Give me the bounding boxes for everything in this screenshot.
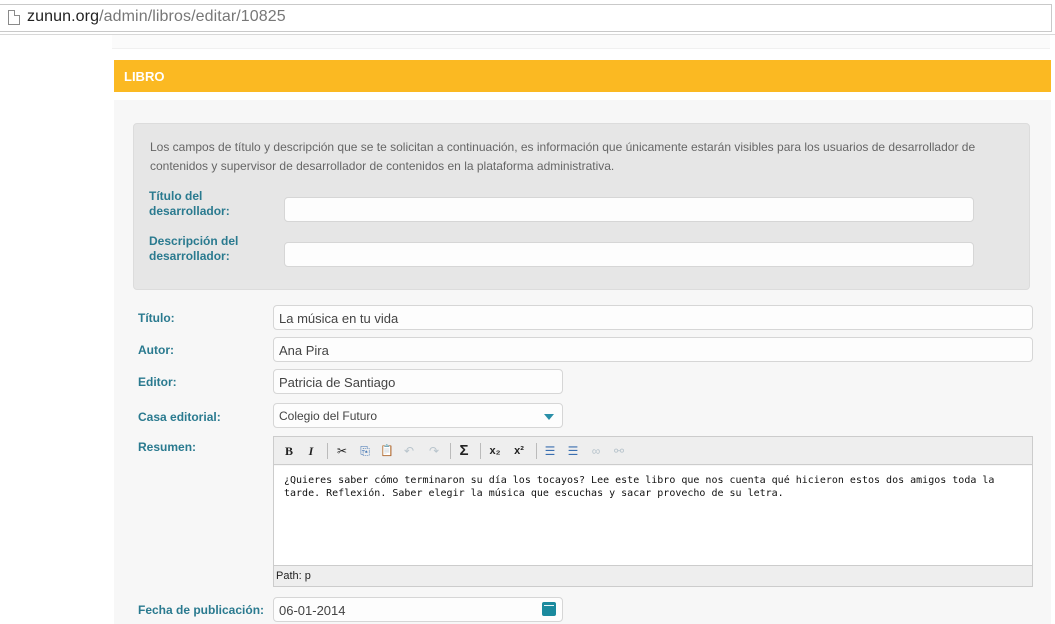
dev-desc-input[interactable] bbox=[284, 242, 974, 267]
editor-toolbar: B I ✂ ⎘ 📋 ↶ ↷ Σ x₂ x² ☰ ☰ ∞ ⚯ bbox=[274, 437, 1032, 465]
toolbar-separator bbox=[536, 443, 537, 459]
top-stripe bbox=[112, 35, 1050, 49]
bold-icon[interactable]: B bbox=[280, 442, 298, 460]
calendar-icon[interactable] bbox=[542, 602, 556, 616]
link-icon[interactable]: ∞ bbox=[587, 442, 605, 460]
sum-icon[interactable]: Σ bbox=[455, 442, 473, 460]
info-text: Los campos de título y descripción que s… bbox=[150, 140, 976, 173]
dev-title-label: Título del desarrollador: bbox=[149, 189, 230, 218]
paste-icon[interactable]: 📋 bbox=[378, 442, 396, 460]
undo-icon[interactable]: ↶ bbox=[400, 442, 418, 460]
url-path: /admin/libros/editar/10825 bbox=[99, 8, 286, 25]
superscript-icon[interactable]: x² bbox=[510, 442, 528, 460]
editor-input[interactable]: Patricia de Santiago bbox=[273, 369, 563, 394]
dev-desc-label: Descripción del desarrollador: bbox=[149, 234, 239, 263]
resumen-editor-body[interactable]: ¿Quieres saber cómo terminaron su día lo… bbox=[274, 466, 1032, 565]
autor-label: Autor: bbox=[138, 343, 174, 357]
toolbar-separator bbox=[450, 443, 451, 459]
titulo-input[interactable]: La música en tu vida bbox=[273, 305, 1033, 330]
resumen-label: Resumen: bbox=[138, 440, 197, 454]
chevron-down-icon bbox=[544, 414, 554, 420]
rich-text-editor: B I ✂ ⎘ 📋 ↶ ↷ Σ x₂ x² ☰ ☰ ∞ ⚯ ¿Quieres s… bbox=[273, 436, 1033, 587]
page-icon bbox=[8, 10, 20, 25]
editor-path-status: Path: p bbox=[274, 565, 1032, 586]
url-field[interactable]: zunun.org/admin/libros/editar/10825 bbox=[0, 4, 1052, 32]
titulo-label: Título: bbox=[138, 311, 175, 325]
unlink-icon[interactable]: ⚯ bbox=[610, 442, 628, 460]
copy-icon[interactable]: ⎘ bbox=[356, 442, 374, 460]
left-gutter bbox=[0, 35, 112, 624]
italic-icon[interactable]: I bbox=[302, 442, 320, 460]
section-header: LIBRO bbox=[114, 60, 1051, 92]
redo-icon[interactable]: ↷ bbox=[425, 442, 443, 460]
casa-label: Casa editorial: bbox=[138, 410, 221, 424]
fecha-value: 06-01-2014 bbox=[279, 603, 346, 618]
toolbar-separator bbox=[327, 443, 328, 459]
toolbar-separator bbox=[480, 443, 481, 459]
subscript-icon[interactable]: x₂ bbox=[486, 442, 504, 460]
url-text[interactable]: zunun.org/admin/libros/editar/10825 bbox=[27, 8, 286, 26]
url-host: zunun.org bbox=[27, 8, 100, 25]
browser-address-bar: zunun.org/admin/libros/editar/10825 bbox=[0, 0, 1055, 35]
dev-title-input[interactable] bbox=[284, 197, 974, 222]
unordered-list-icon[interactable]: ☰ bbox=[564, 442, 582, 460]
casa-select-value: Colegio del Futuro bbox=[279, 409, 378, 423]
cut-icon[interactable]: ✂ bbox=[333, 442, 351, 460]
casa-select[interactable]: Colegio del Futuro bbox=[273, 403, 563, 428]
fecha-input[interactable]: 06-01-2014 bbox=[273, 597, 563, 622]
fecha-label: Fecha de publicación: bbox=[138, 603, 265, 617]
ordered-list-icon[interactable]: ☰ bbox=[541, 442, 559, 460]
autor-input[interactable]: Ana Pira bbox=[273, 337, 1033, 362]
editor-label: Editor: bbox=[138, 375, 177, 389]
